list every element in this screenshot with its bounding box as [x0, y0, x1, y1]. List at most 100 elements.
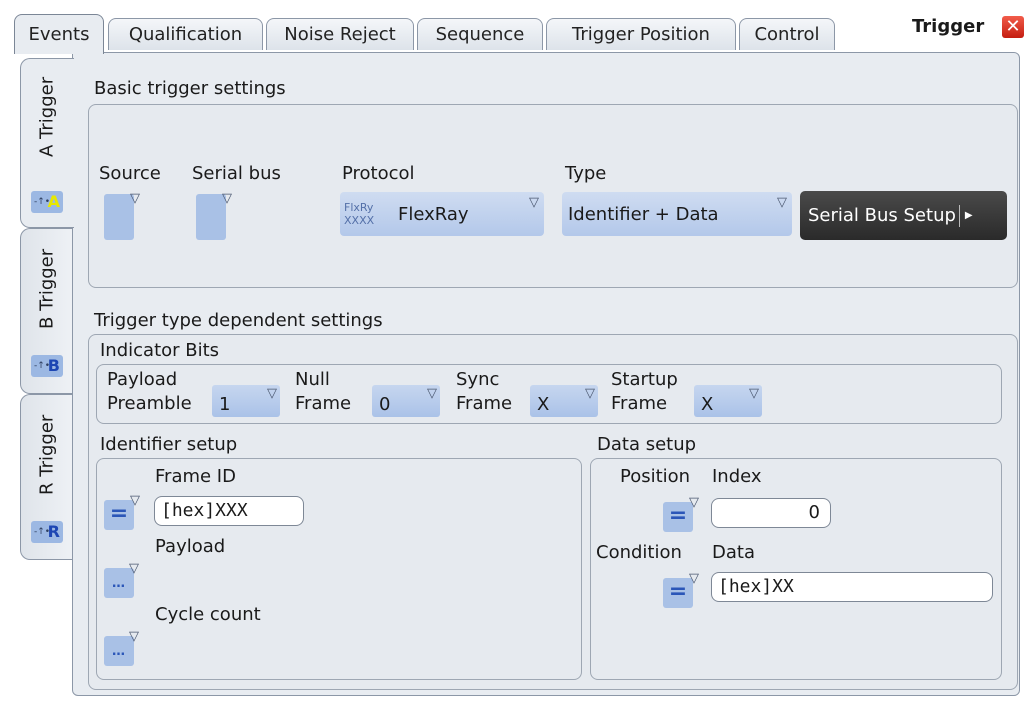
tab-trigger-position-label: Trigger Position — [572, 24, 710, 45]
ellipsis-icon: … — [112, 644, 126, 659]
tab-sequence[interactable]: Sequence — [417, 18, 543, 50]
play-arrow-icon: ▶ — [964, 210, 973, 221]
null-frame-value: 0 — [379, 394, 391, 415]
startup-frame-dropdown[interactable]: X ▽ — [694, 385, 762, 417]
chevron-down-icon: ▽ — [689, 495, 699, 510]
position-label: Position — [620, 466, 691, 487]
serial-bus-setup-button[interactable]: Serial Bus Setup ▶ — [800, 191, 1007, 240]
equals-icon: = — [109, 501, 129, 526]
chevron-down-icon: ▽ — [427, 386, 437, 401]
tab-noise-reject[interactable]: Noise Reject — [266, 18, 414, 50]
side-tab-b-trigger[interactable]: B Trigger -↑• B — [20, 228, 72, 394]
dialog-title: Trigger — [912, 16, 985, 37]
startup-frame-label: Startup Frame — [611, 368, 678, 416]
frame-id-operator-button[interactable]: = ▽ — [104, 494, 140, 530]
protocol-value: FlexRay — [398, 203, 469, 225]
tab-sequence-label: Sequence — [435, 24, 525, 45]
dependent-settings-title: Trigger type dependent settings — [94, 310, 383, 331]
type-label: Type — [565, 163, 607, 184]
source-label: Source — [99, 163, 161, 184]
chevron-down-icon: ▽ — [129, 561, 140, 576]
data-setup-group — [590, 458, 1002, 680]
flexray-icon-top: FlxRy — [344, 201, 374, 214]
b-trigger-icon: -↑• B — [31, 355, 63, 377]
a-trigger-icon: -↑• A — [31, 191, 63, 213]
tab-events[interactable]: Events — [14, 14, 104, 54]
chevron-down-icon: ▽ — [689, 571, 699, 586]
chevron-down-icon: ▽ — [130, 191, 140, 206]
data-input[interactable]: [hex]XX — [711, 572, 993, 602]
null-frame-label: Null Frame — [295, 368, 351, 416]
separator — [958, 204, 960, 227]
chevron-down-icon: ▽ — [130, 493, 140, 508]
payload-label: Payload — [155, 536, 226, 557]
payload-preamble-line2: Preamble — [107, 393, 192, 414]
null-frame-dropdown[interactable]: 0 ▽ — [372, 385, 440, 417]
chevron-down-icon: ▽ — [129, 629, 140, 644]
chevron-down-icon: ▽ — [749, 386, 759, 401]
frame-id-input[interactable]: [hex]XXX — [154, 496, 304, 526]
side-tab-a-label: A Trigger — [36, 76, 58, 158]
sync-frame-label: Sync Frame — [456, 368, 512, 416]
data-label: Data — [712, 542, 755, 563]
payload-preamble-label: Payload Preamble — [107, 368, 192, 416]
startup-frame-value: X — [701, 394, 714, 415]
tab-qualification-label: Qualification — [128, 24, 243, 45]
null-frame-line2: Frame — [295, 393, 352, 414]
equals-icon: = — [668, 579, 688, 604]
payload-preamble-dropdown[interactable]: 1 ▽ — [212, 385, 280, 417]
chevron-down-icon: ▽ — [585, 386, 595, 401]
identifier-setup-group — [96, 458, 582, 680]
tab-qualification[interactable]: Qualification — [108, 18, 263, 50]
startup-frame-line1: Startup — [611, 369, 678, 390]
type-value: Identifier + Data — [568, 203, 719, 225]
startup-frame-line2: Frame — [611, 393, 668, 414]
payload-preamble-line1: Payload — [107, 369, 178, 390]
payload-preamble-value: 1 — [219, 394, 231, 415]
r-trigger-icon: -↑• R — [31, 521, 63, 543]
protocol-dropdown[interactable]: FlxRy XXXX FlexRay ▽ — [340, 192, 544, 236]
cycle-count-label: Cycle count — [155, 604, 261, 625]
tab-noise-reject-label: Noise Reject — [284, 24, 396, 45]
serial-bus-setup-label: Serial Bus Setup — [808, 205, 956, 226]
identifier-setup-title: Identifier setup — [100, 434, 238, 455]
close-icon[interactable]: ✕ — [1002, 16, 1024, 38]
sync-frame-line2: Frame — [456, 393, 513, 414]
tab-events-label: Events — [28, 24, 90, 45]
side-tab-r-label: R Trigger — [36, 414, 58, 496]
side-tab-b-label: B Trigger — [36, 248, 58, 330]
data-setup-title: Data setup — [597, 434, 697, 455]
frame-id-label: Frame ID — [155, 466, 236, 487]
condition-operator-button[interactable]: = ▽ — [663, 572, 699, 608]
serial-bus-label: Serial bus — [192, 163, 281, 184]
flexray-icon: FlxRy XXXX — [340, 201, 384, 227]
sync-frame-dropdown[interactable]: X ▽ — [530, 385, 598, 417]
chevron-down-icon: ▽ — [529, 195, 539, 210]
position-operator-button[interactable]: = ▽ — [663, 496, 699, 532]
tab-control-label: Control — [754, 24, 820, 45]
type-dropdown[interactable]: Identifier + Data ▽ — [562, 192, 792, 236]
tab-trigger-position[interactable]: Trigger Position — [546, 18, 736, 50]
source-selector[interactable]: ▽ — [104, 192, 140, 240]
side-tab-r-trigger[interactable]: R Trigger -↑• R — [20, 394, 72, 560]
index-label: Index — [712, 466, 762, 487]
cycle-count-operator-button[interactable]: … ▽ — [104, 630, 139, 666]
payload-operator-button[interactable]: … ▽ — [104, 562, 139, 598]
condition-label: Condition — [596, 542, 682, 563]
null-frame-line1: Null — [295, 369, 330, 390]
chevron-down-icon: ▽ — [777, 195, 787, 210]
chevron-down-icon: ▽ — [267, 386, 277, 401]
serial-bus-selector[interactable]: ▽ — [196, 192, 232, 240]
indicator-bits-title: Indicator Bits — [100, 340, 220, 361]
basic-settings-title: Basic trigger settings — [94, 78, 286, 99]
protocol-label: Protocol — [342, 163, 415, 184]
flexray-icon-bottom: XXXX — [344, 214, 375, 227]
equals-icon: = — [668, 503, 688, 528]
sync-frame-line1: Sync — [456, 369, 500, 390]
chevron-down-icon: ▽ — [222, 191, 232, 206]
sync-frame-value: X — [537, 394, 550, 415]
side-tab-a-trigger[interactable]: A Trigger -↑• A — [20, 58, 74, 228]
tab-control[interactable]: Control — [739, 18, 835, 50]
ellipsis-icon: … — [112, 576, 126, 591]
index-input[interactable]: 0 — [711, 498, 831, 528]
